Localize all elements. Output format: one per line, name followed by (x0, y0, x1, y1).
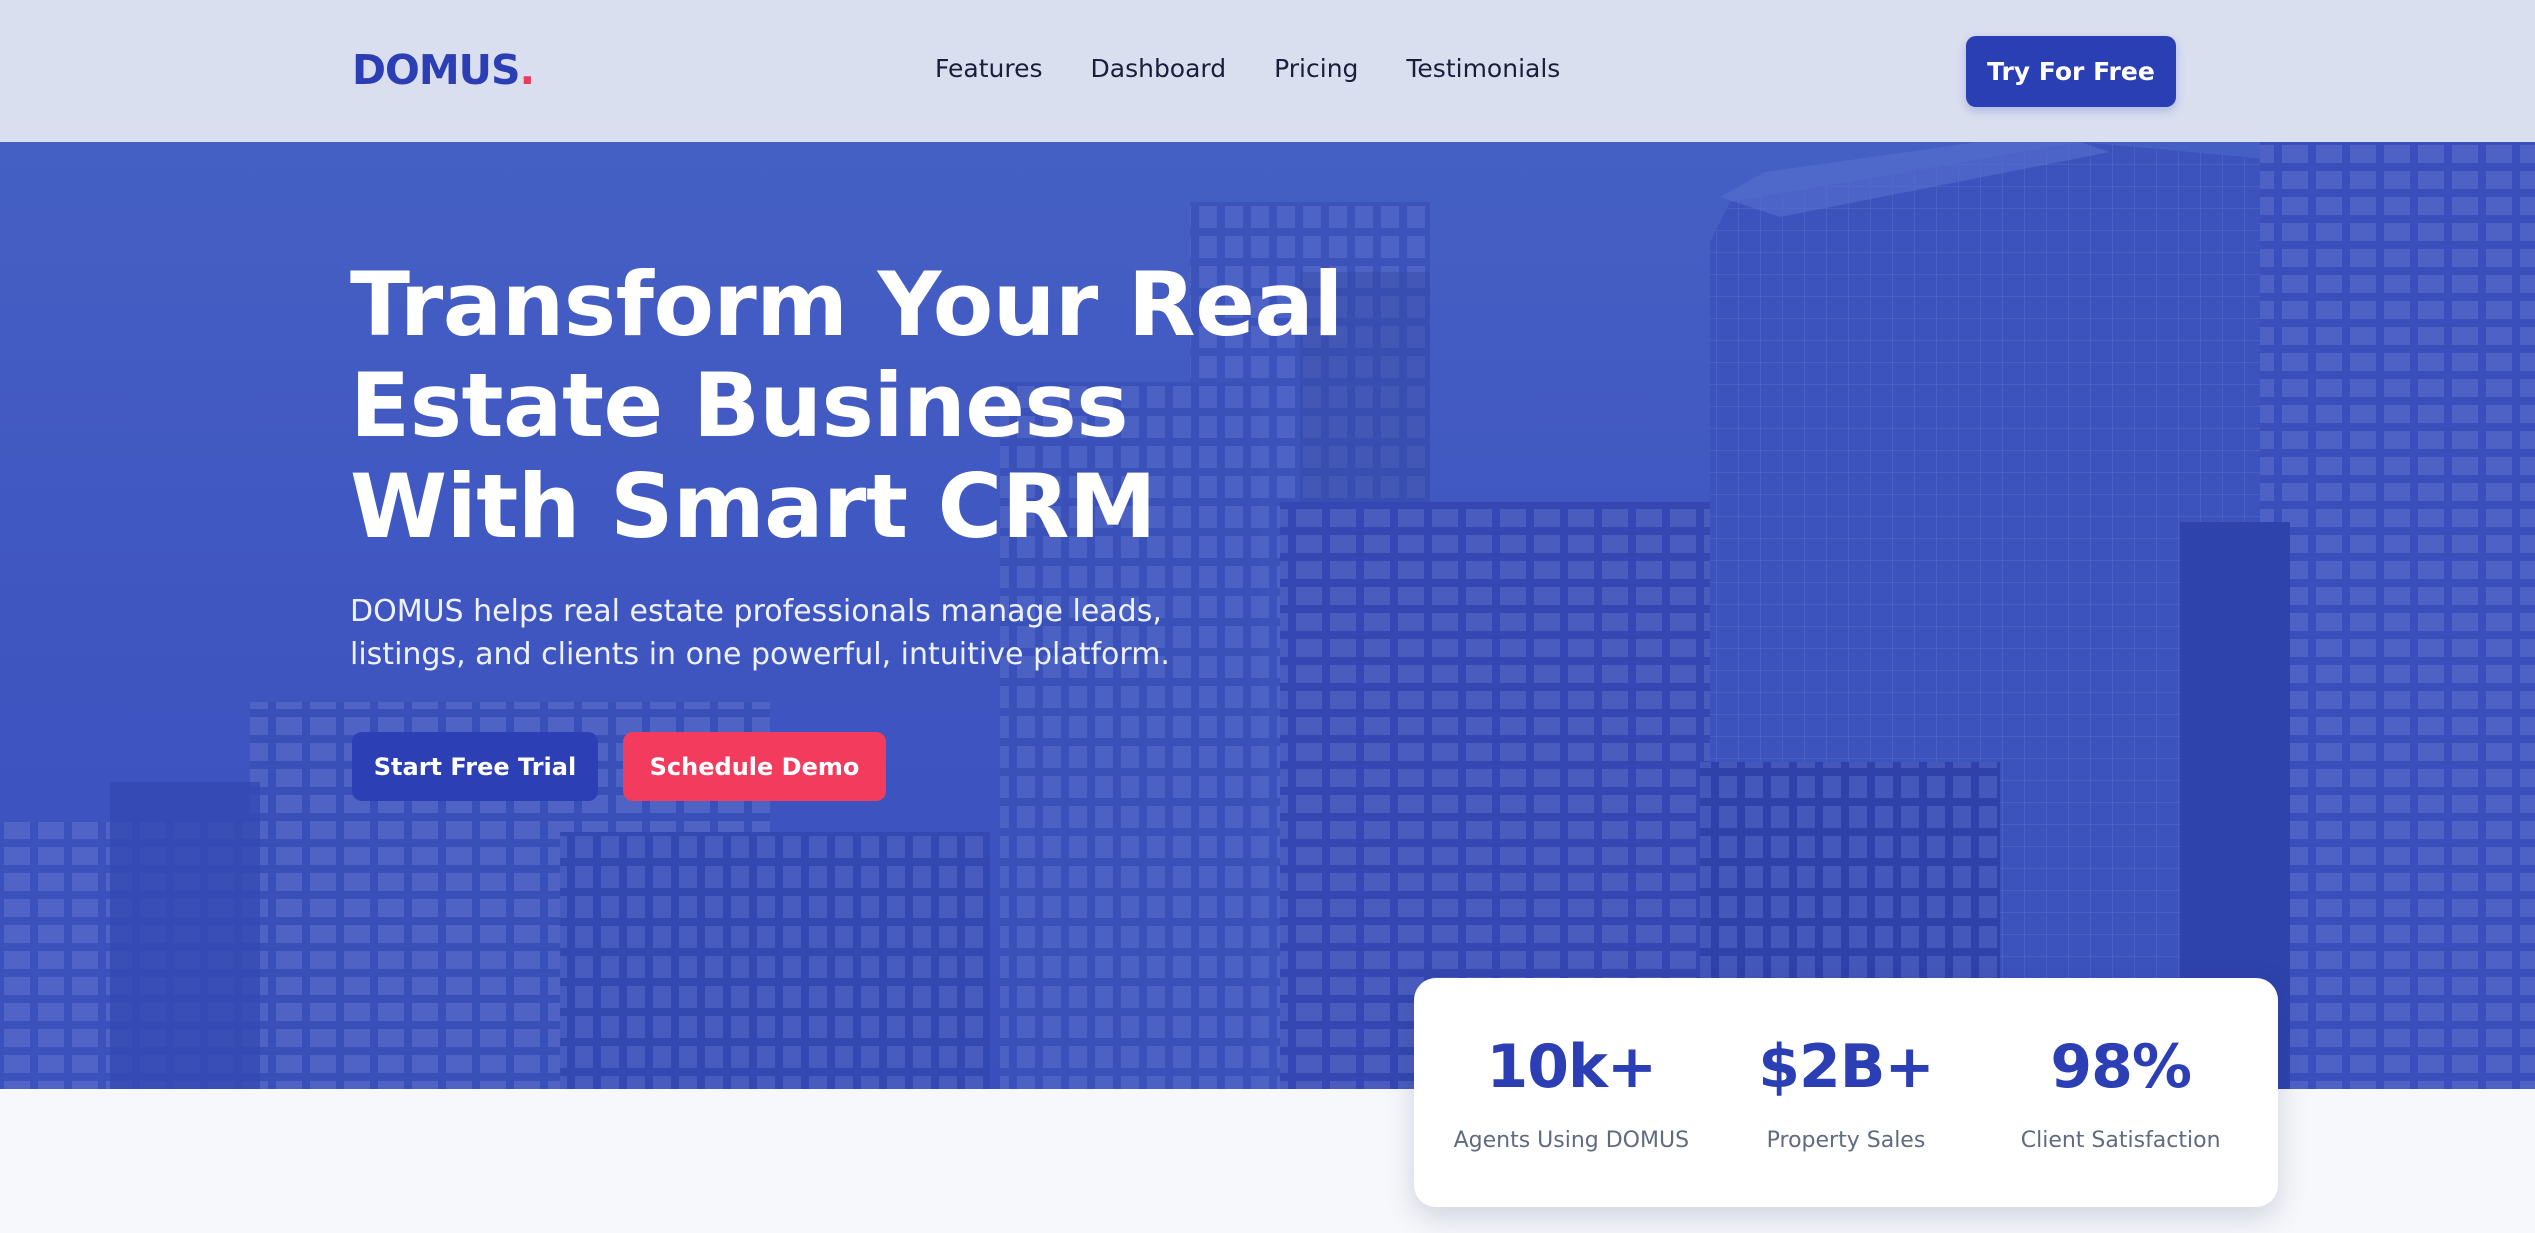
nav-link-pricing[interactable]: Pricing (1274, 54, 1358, 83)
nav-link-features[interactable]: Features (935, 54, 1043, 83)
logo-text: DOMUS (352, 46, 521, 94)
start-free-trial-button[interactable]: Start Free Trial (352, 732, 598, 801)
top-navbar: DOMUS. Features Dashboard Pricing Testim… (0, 0, 2535, 142)
stat-agents: 10k+ Agents Using DOMUS (1436, 1032, 1706, 1153)
schedule-demo-button[interactable]: Schedule Demo (623, 732, 886, 801)
stat-satisfaction: 98% Client Satisfaction (1986, 1032, 2256, 1153)
stat-value: 98% (2050, 1032, 2192, 1102)
main-nav: Features Dashboard Pricing Testimonials (935, 54, 1608, 83)
stat-sales: $2B+ Property Sales (1711, 1032, 1981, 1153)
domus-logo[interactable]: DOMUS. (352, 46, 536, 94)
try-for-free-button[interactable]: Try For Free (1966, 36, 2176, 107)
stat-value: 10k+ (1486, 1032, 1657, 1102)
logo-dot: . (519, 46, 536, 94)
stat-value: $2B+ (1758, 1032, 1935, 1102)
stat-label: Property Sales (1766, 1128, 1926, 1153)
stat-label: Client Satisfaction (2020, 1128, 2221, 1153)
nav-link-dashboard[interactable]: Dashboard (1091, 54, 1227, 83)
stats-card: 10k+ Agents Using DOMUS $2B+ Property Sa… (1414, 978, 2278, 1207)
stat-label: Agents Using DOMUS (1453, 1128, 1690, 1153)
nav-link-testimonials[interactable]: Testimonials (1406, 54, 1560, 83)
hero-section: Transform Your Real Estate Business With… (0, 142, 2535, 1089)
hero-subtitle: DOMUS helps real estate professionals ma… (350, 594, 1170, 672)
hero-headline: Transform Your Real Estate Business With… (350, 253, 1343, 558)
